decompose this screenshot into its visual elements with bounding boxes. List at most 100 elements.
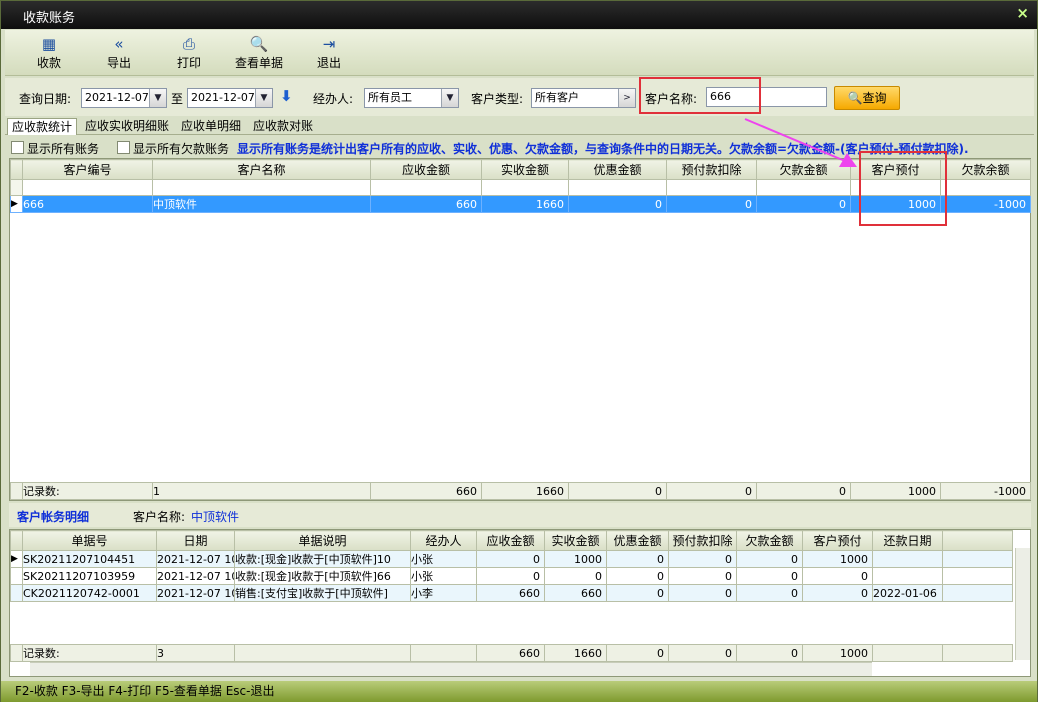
ctype-label: 客户类型: [471, 92, 524, 106]
cell[interactable]: 0 [476, 550, 545, 568]
export-icon: « [114, 35, 124, 53]
chevron-down-icon[interactable]: ▼ [441, 89, 458, 107]
cell[interactable]: 0 [544, 567, 607, 585]
cell[interactable]: 0 [756, 195, 851, 213]
receipt-button[interactable]: ▦ 收款 [15, 34, 83, 74]
cell[interactable]: 0 [736, 550, 803, 568]
cell[interactable]: 660 [476, 584, 545, 602]
cell[interactable]: 0 [606, 584, 669, 602]
cell[interactable]: 收款:[现金]收款于[中顶软件]66 [234, 567, 411, 585]
cell[interactable]: -1000 [940, 195, 1031, 213]
col-header[interactable]: 日期 [156, 530, 235, 551]
handler-select[interactable]: 所有员工 ▼ [364, 88, 459, 108]
cell[interactable]: 0 [568, 195, 667, 213]
col-header[interactable]: 应收金额 [370, 159, 482, 180]
view-doc-button[interactable]: 🔍 查看单据 [225, 34, 293, 74]
cell[interactable]: 0 [802, 584, 873, 602]
col-header[interactable]: 欠款金额 [736, 530, 803, 551]
col-header[interactable]: 客户预付 [802, 530, 873, 551]
cell[interactable]: CK2021120742-0001 [22, 584, 157, 602]
date-to-field[interactable]: 2021-12-07 ▼ [187, 88, 273, 108]
cell[interactable]: 小李 [410, 584, 477, 602]
show-all-checkbox[interactable] [11, 141, 24, 154]
cell[interactable]: 0 [736, 567, 803, 585]
date-from-field[interactable]: 2021-12-07 ▼ [81, 88, 167, 108]
cell[interactable]: 2022-01-06 [872, 584, 943, 602]
arrow-down-icon[interactable]: ⬇ [280, 87, 293, 105]
cell[interactable]: 0 [736, 584, 803, 602]
cell[interactable]: 0 [606, 550, 669, 568]
filter-cell[interactable] [370, 179, 482, 196]
cell[interactable]: 2021-12-07 10 [156, 567, 235, 585]
tab-ar-reconcile[interactable]: 应收款对账 [249, 118, 317, 135]
col-header[interactable]: 单据说明 [234, 530, 411, 551]
table-row[interactable]: ▶ SK20211207104451 2021-12-07 10 收款:[现金]… [10, 550, 1013, 568]
tab-ar-stats[interactable]: 应收款统计 [7, 118, 78, 135]
cell[interactable]: 666 [22, 195, 153, 213]
tab-ar-bill-detail[interactable]: 应收单明细 [177, 118, 245, 135]
vertical-scrollbar[interactable] [1015, 548, 1030, 660]
cell [942, 550, 1013, 568]
cell[interactable]: 0 [476, 567, 545, 585]
cell[interactable]: 1660 [481, 195, 569, 213]
export-button[interactable]: « 导出 [85, 34, 153, 74]
col-header[interactable]: 预付款扣除 [668, 530, 737, 551]
cell[interactable]: 0 [666, 195, 757, 213]
cell[interactable]: 小张 [410, 550, 477, 568]
cell[interactable]: 销售:[支付宝]收款于[中顶软件] [234, 584, 411, 602]
cell[interactable]: 1000 [544, 550, 607, 568]
table-row[interactable]: SK20211207103959 2021-12-07 10 收款:[现金]收款… [10, 567, 1013, 585]
tab-ar-detail-ledger[interactable]: 应收实收明细账 [81, 118, 173, 135]
horizontal-scrollbar[interactable] [30, 662, 872, 676]
cell[interactable]: 0 [668, 567, 737, 585]
cell[interactable]: 1000 [802, 550, 873, 568]
row-pointer-icon: ▶ [10, 550, 23, 568]
col-header[interactable]: 优惠金额 [568, 159, 667, 180]
cell[interactable]: 0 [668, 550, 737, 568]
cell[interactable]: 小张 [410, 567, 477, 585]
col-header[interactable]: 客户编号 [22, 159, 153, 180]
col-header[interactable]: 优惠金额 [606, 530, 669, 551]
chevron-down-icon[interactable]: ▼ [149, 89, 166, 107]
filter-cell[interactable] [481, 179, 569, 196]
cell[interactable]: 0 [668, 584, 737, 602]
cell[interactable] [872, 550, 943, 568]
ctype-select[interactable]: 所有客户 > [531, 88, 636, 108]
filter-cell[interactable] [22, 179, 153, 196]
col-header[interactable]: 经办人 [410, 530, 477, 551]
chevron-right-icon[interactable]: > [618, 89, 635, 107]
cell[interactable]: 0 [802, 567, 873, 585]
filter-cell[interactable] [666, 179, 757, 196]
exit-button[interactable]: ⇥ 退出 [295, 34, 363, 74]
cell[interactable]: 中顶软件 [152, 195, 371, 213]
cell[interactable]: SK20211207103959 [22, 567, 157, 585]
cell[interactable]: SK20211207104451 [22, 550, 157, 568]
close-icon[interactable]: × [1016, 4, 1029, 22]
filter-cell[interactable] [940, 179, 1031, 196]
filter-cell[interactable] [756, 179, 851, 196]
col-header[interactable]: 应收金额 [476, 530, 545, 551]
table-row[interactable]: CK2021120742-0001 2021-12-07 10 销售:[支付宝]… [10, 584, 1013, 602]
chevron-down-icon[interactable]: ▼ [255, 89, 272, 107]
col-header[interactable]: 客户名称 [152, 159, 371, 180]
footer-cell [942, 644, 1013, 662]
col-header[interactable]: 还款日期 [872, 530, 943, 551]
cell[interactable] [872, 567, 943, 585]
query-button[interactable]: 🔍查询 [834, 86, 900, 110]
print-button[interactable]: ⎙ 打印 [155, 34, 223, 74]
col-header[interactable]: 单据号 [22, 530, 157, 551]
cell[interactable]: 660 [370, 195, 482, 213]
show-debt-checkbox[interactable] [117, 141, 130, 154]
filter-cell[interactable] [568, 179, 667, 196]
arrow-line [744, 118, 846, 162]
cell[interactable]: 2021-12-07 10 [156, 550, 235, 568]
cell[interactable]: 收款:[现金]收款于[中顶软件]10 [234, 550, 411, 568]
cell[interactable]: 660 [544, 584, 607, 602]
filter-cell[interactable] [152, 179, 371, 196]
cell[interactable]: 0 [606, 567, 669, 585]
col-header[interactable]: 欠款余额 [940, 159, 1031, 180]
col-header[interactable]: 实收金额 [481, 159, 569, 180]
cell[interactable]: 2021-12-07 10 [156, 584, 235, 602]
col-header[interactable]: 实收金额 [544, 530, 607, 551]
receipt-label: 收款 [36, 56, 61, 70]
